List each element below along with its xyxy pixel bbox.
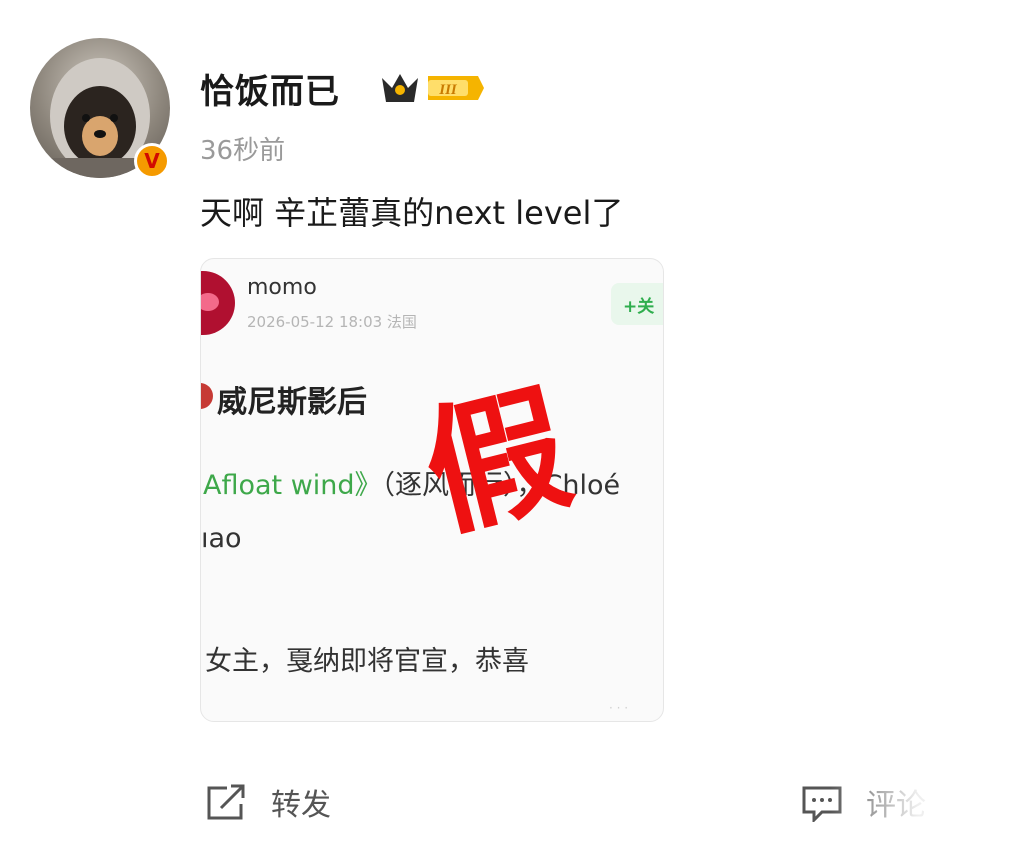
follow-button: +关 (611, 283, 663, 325)
post-text: 天啊 辛芷蕾真的next level了 (200, 194, 624, 232)
username[interactable]: 恰饭而已 (200, 64, 340, 113)
embed-avatar (201, 271, 235, 335)
repost-icon (207, 784, 245, 820)
repost-label: 转发 (271, 788, 331, 823)
embed-line-4: 女主，戛纳即将官宣，恭喜 (205, 646, 529, 677)
repost-button[interactable]: 转发 (205, 780, 331, 824)
verified-badge-icon: V (134, 143, 170, 179)
fade-overlay (830, 780, 1024, 840)
post-timestamp: 36秒前 (200, 136, 286, 166)
embed-title: 威尼斯影后 (217, 385, 367, 420)
embed-film-link: Afloat wind》 (203, 470, 382, 501)
embed-watermark: · · · (609, 701, 629, 715)
embed-username: momo (247, 275, 317, 300)
vip-level-label: III (438, 82, 458, 98)
embed-line-3: ıao (201, 523, 242, 554)
embed-meta: 2026-05-12 18:03 法国 (247, 313, 417, 331)
vip-crown-badge-icon: III (382, 74, 484, 102)
heart-icon (201, 383, 213, 409)
